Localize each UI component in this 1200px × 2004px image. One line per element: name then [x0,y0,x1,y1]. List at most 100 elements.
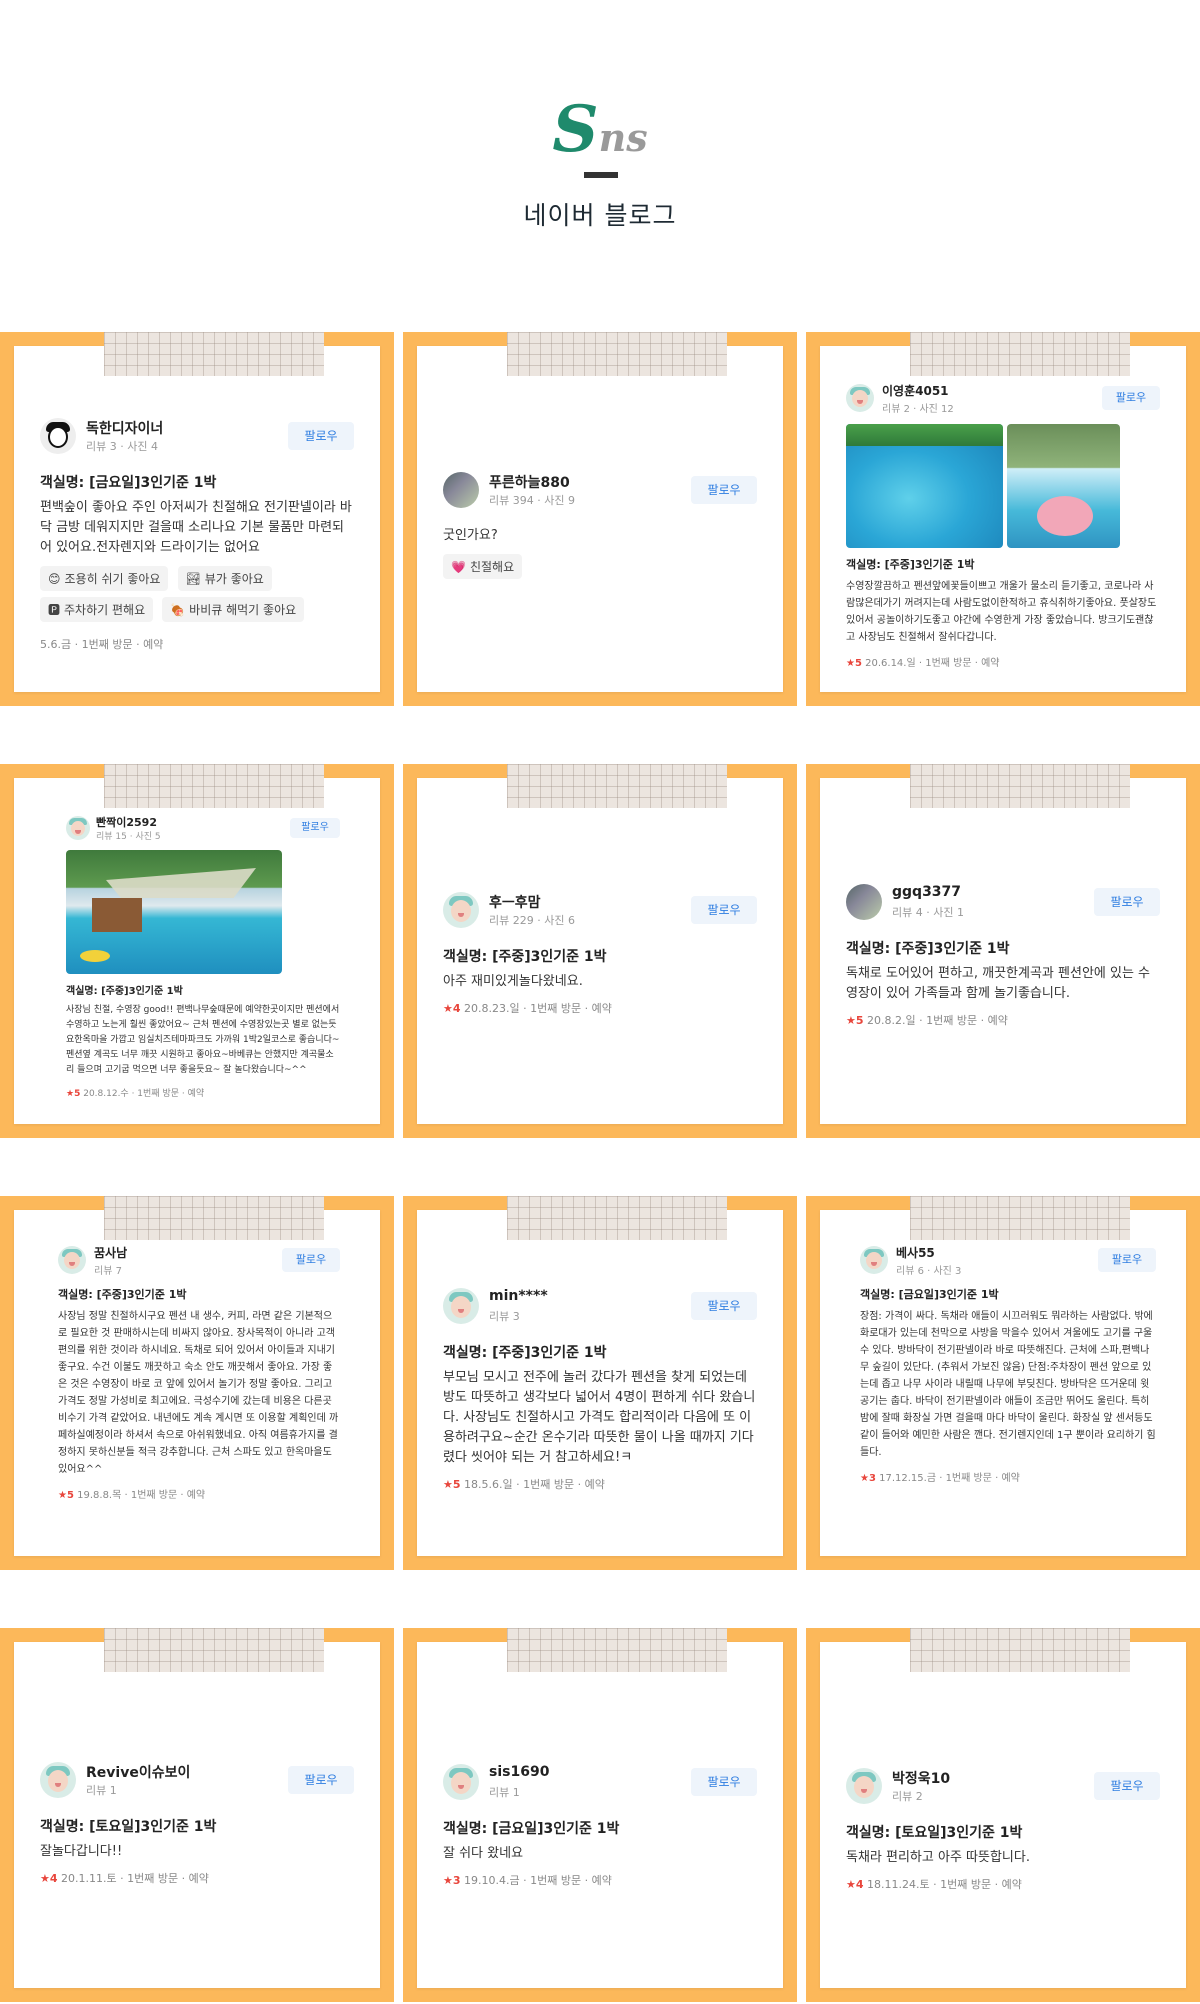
review-text: 사장님 친절, 수영장 good!! 편백나무숲때문에 예약한곳이지만 펜션에서… [66,1005,340,1075]
review-frame: 후ㅡ후맘 리뷰 229 · 사진 6 팔로우 객실명: [주중]3인기준 1박 … [403,764,797,1138]
star-rating: ★5 [58,1490,74,1501]
reviewer-meta: 리뷰 3 · 사진 4 [86,440,158,453]
visit-info: 20.1.11.토 · 1번째 방문 · 예약 [61,1872,209,1885]
visit-info: 19.10.4.금 · 1번째 방문 · 예약 [464,1874,612,1887]
reviewer-meta: 리뷰 15 · 사진 5 [96,832,161,842]
review-paper: 빤짝이2592 리뷰 15 · 사진 5 팔로우 객실명: [주중]3인기준 1… [14,764,380,1124]
star-rating: ★5 [846,658,862,669]
visit-info: 19.8.8.목 · 1번째 방문 · 예약 [77,1490,206,1501]
review-text: 장점: 가격이 싸다. 독채라 애들이 시끄러워도 뭐라하는 사람없다. 밖에 … [860,1311,1156,1458]
tape-decoration [104,332,324,376]
reviewer-meta: 리뷰 3 [489,1310,520,1323]
review-paper: Revive이슈보이 리뷰 1 팔로우 객실명: [토요일]3인기준 1박 잘놀… [14,1628,380,1988]
review-frame: 이영훈4051 리뷰 2 · 사진 12 팔로우 객실명: [주중]3인기준 1… [806,332,1200,706]
reviewer-nickname[interactable]: 박정욱10 [892,1768,950,1788]
review-text: 독채라 편리하고 아주 따뜻합니다. [846,1850,1030,1865]
follow-button[interactable]: 팔로우 [1094,888,1160,916]
room-name: 객실명: [금요일]3인기준 1박 [860,1288,999,1301]
reviewer-nickname[interactable]: sis1690 [489,1764,549,1780]
review-card: 독한디자이너 리뷰 3 · 사진 4 팔로우 객실명: [금요일]3인기준 1박… [14,416,380,652]
review-photos[interactable] [66,850,340,974]
star-rating: ★5 [846,1014,864,1027]
avatar[interactable] [58,1246,86,1274]
review-frame: Revive이슈보이 리뷰 1 팔로우 객실명: [토요일]3인기준 1박 잘놀… [0,1628,394,2002]
tape-decoration [910,1628,1130,1672]
avatar[interactable] [443,1764,479,1800]
review-tags: 💗 친절해요 [443,554,757,585]
star-rating: ★5 [443,1478,461,1491]
reviewer-nickname[interactable]: 이영훈4051 [882,382,949,399]
reviewer-nickname[interactable]: Revive이슈보이 [86,1762,190,1782]
follow-button[interactable]: 팔로우 [1102,386,1160,410]
tag-chip: 😊 조용히 쉬기 좋아요 [40,566,169,591]
review-footer: ★3 19.10.4.금 · 1번째 방문 · 예약 [443,1872,757,1888]
reviewer-profile: ggq3377 리뷰 4 · 사진 1 팔로우 [846,882,1160,924]
tag-chip: 💗 친절해요 [443,554,523,579]
tape-decoration [910,332,1130,376]
parking-icon: 🅿 [48,603,61,617]
reviewer-meta: 리뷰 6 · 사진 3 [896,1266,962,1277]
room-name: 객실명: [금요일]3인기준 1박 [40,475,217,491]
review-frame: 푸른하늘880 리뷰 394 · 사진 9 팔로우 굿인가요? 💗 친절해요 [403,332,797,706]
title-divider [584,172,618,178]
pool-photo[interactable] [846,424,1003,548]
review-card: ggq3377 리뷰 4 · 사진 1 팔로우 객실명: [주중]3인기준 1박… [820,882,1186,1028]
tag-label: 주차하기 편해요 [64,603,146,617]
review-card: min**** 리뷰 3 팔로우 객실명: [주중]3인기준 1박 부모님 모시… [417,1286,783,1492]
avatar[interactable] [443,892,479,928]
visit-info: 20.8.2.일 · 1번째 방문 · 예약 [867,1014,1008,1027]
follow-button[interactable]: 팔로우 [691,476,757,504]
reviewer-nickname[interactable]: 푸른하늘880 [489,472,570,492]
reviewer-profile: 박정욱10 리뷰 2 팔로우 [846,1766,1160,1808]
star-rating: ★4 [40,1872,58,1885]
reviewer-profile: 꿈사남 리뷰 7 팔로우 [58,1244,340,1278]
follow-button[interactable]: 팔로우 [691,1768,757,1796]
reviewer-meta: 리뷰 4 · 사진 1 [892,906,964,919]
reviewer-nickname[interactable]: ggq3377 [892,884,961,900]
avatar[interactable] [443,472,479,508]
visit-info: 20.8.12.수 · 1번째 방문 · 예약 [83,1089,205,1099]
pool-photo[interactable] [1007,424,1120,548]
follow-button[interactable]: 팔로우 [288,1766,354,1794]
tag-label: 친절해요 [469,560,515,574]
avatar[interactable] [40,418,76,454]
review-footer: ★4 20.8.23.일 · 1번째 방문 · 예약 [443,1000,757,1016]
avatar[interactable] [40,1762,76,1798]
reviewer-profile: 빤짝이2592 리뷰 15 · 사진 5 팔로우 [66,814,340,844]
reviewer-nickname[interactable]: 꿈사남 [94,1244,127,1261]
follow-button[interactable]: 팔로우 [282,1248,340,1272]
review-text: 아주 재미있게놀다왔네요. [443,974,583,989]
reviewer-profile: Revive이슈보이 리뷰 1 팔로우 [40,1760,354,1802]
avatar[interactable] [443,1288,479,1324]
pool-photo[interactable] [66,850,282,974]
avatar[interactable] [66,816,90,840]
review-footer: ★5 20.6.14.일 · 1번째 방문 · 예약 [846,654,1160,669]
reviewer-meta: 리뷰 7 [94,1266,122,1277]
follow-button[interactable]: 팔로우 [691,896,757,924]
tape-decoration [104,764,324,808]
reviewer-nickname[interactable]: 베사55 [896,1244,935,1261]
review-frame: 독한디자이너 리뷰 3 · 사진 4 팔로우 객실명: [금요일]3인기준 1박… [0,332,394,706]
reviewer-nickname[interactable]: 후ㅡ후맘 [489,892,541,912]
reviewer-nickname[interactable]: min**** [489,1288,548,1304]
reviewer-nickname[interactable]: 빤짝이2592 [96,814,157,830]
reviewer-profile: 후ㅡ후맘 리뷰 229 · 사진 6 팔로우 [443,890,757,932]
follow-button[interactable]: 팔로우 [1094,1772,1160,1800]
reviewer-nickname[interactable]: 독한디자이너 [86,418,163,438]
follow-button[interactable]: 팔로우 [1098,1248,1156,1272]
review-footer: ★5 19.8.8.목 · 1번째 방문 · 예약 [58,1486,340,1501]
review-card: 박정욱10 리뷰 2 팔로우 객실명: [토요일]3인기준 1박 독채라 편리하… [820,1766,1186,1892]
room-name: 객실명: [금요일]3인기준 1박 [443,1821,620,1837]
tape-decoration [104,1196,324,1240]
tape-decoration [507,1196,727,1240]
follow-button[interactable]: 팔로우 [691,1292,757,1320]
avatar[interactable] [846,884,882,920]
review-photos[interactable] [846,424,1160,548]
review-footer: 5.6.금 · 1번째 방문 · 예약 [40,638,164,651]
avatar[interactable] [846,1768,882,1804]
avatar[interactable] [846,384,874,412]
follow-button[interactable]: 팔로우 [290,818,340,838]
follow-button[interactable]: 팔로우 [288,422,354,450]
review-frame: 꿈사남 리뷰 7 팔로우 객실명: [주중]3인기준 1박 사장님 정말 친절하… [0,1196,394,1570]
avatar[interactable] [860,1246,888,1274]
